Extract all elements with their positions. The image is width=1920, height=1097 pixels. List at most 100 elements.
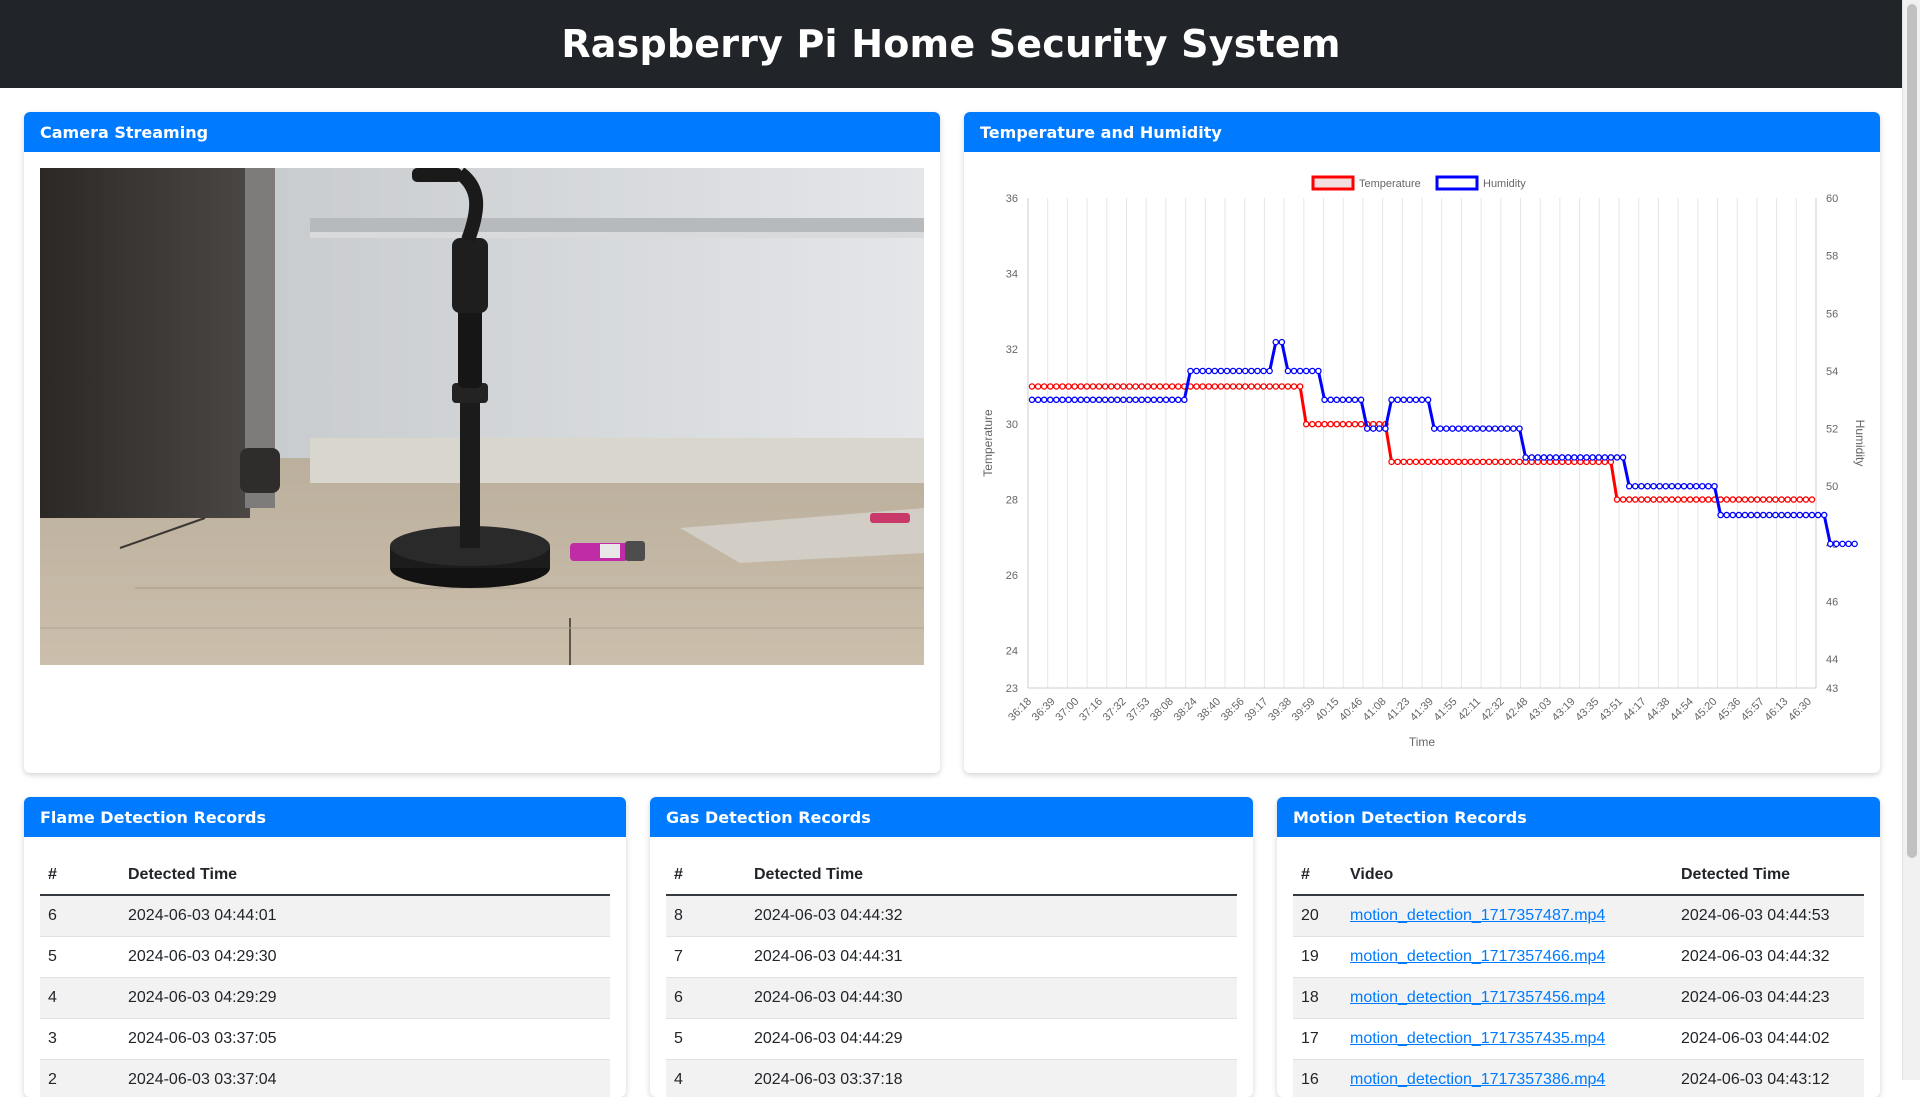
y-right-tick-label: 60 (1826, 193, 1838, 205)
col-detected-time: Detected Time (1673, 853, 1864, 896)
video-link[interactable]: motion_detection_1717357456.mp4 (1350, 989, 1605, 1006)
data-point (1827, 540, 1834, 548)
x-tick-label: 42:48 (1503, 696, 1531, 724)
data-point (1302, 420, 1310, 428)
x-tick-label: 43:19 (1550, 696, 1578, 724)
data-point (1047, 383, 1054, 390)
data-point (1473, 458, 1481, 466)
table-row: 5 2024-06-03 04:44:29 (666, 1017, 1237, 1059)
data-point (1114, 383, 1121, 390)
data-point (1114, 396, 1121, 404)
data-point (1699, 482, 1706, 490)
motion-table: # Video Detected Time 20 motion_detection… (1293, 853, 1864, 1097)
data-point (1424, 458, 1432, 466)
y-left-axis-title: Temperature (981, 409, 995, 477)
data-point (1662, 482, 1670, 490)
x-tick-label: 44:38 (1644, 696, 1672, 724)
data-point (1418, 458, 1426, 466)
data-point (1059, 383, 1066, 390)
row-number: 4 (666, 1058, 746, 1097)
data-point (1065, 396, 1072, 404)
x-tick-label: 41:23 (1384, 696, 1412, 724)
data-point (1705, 496, 1712, 503)
data-point (1680, 482, 1688, 490)
video-link[interactable]: motion_detection_1717357466.mp4 (1350, 948, 1605, 965)
x-tick-label: 38:40 (1195, 696, 1223, 724)
page-title: Raspberry Pi Home Security System (561, 22, 1341, 66)
x-tick-label: 45:57 (1739, 696, 1767, 724)
video-link[interactable]: motion_detection_1717357386.mp4 (1350, 1071, 1605, 1088)
data-point (1607, 454, 1615, 461)
data-point (1290, 367, 1298, 375)
data-point (1766, 511, 1773, 519)
data-point (1077, 396, 1085, 404)
detected-time: 2024-06-03 04:44:02 (1673, 1017, 1864, 1059)
data-point (1168, 396, 1176, 404)
data-point (1156, 396, 1164, 404)
data-point (1613, 496, 1621, 503)
data-point (1449, 458, 1456, 466)
data-point (1449, 425, 1456, 432)
data-point (1174, 396, 1182, 404)
data-point (1223, 383, 1231, 390)
x-tick-label: 45:36 (1715, 696, 1743, 724)
page-scrollbar[interactable] (1902, 0, 1920, 1080)
row-number: 5 (40, 935, 120, 977)
data-point (1632, 496, 1639, 503)
y-left-tick-label: 32 (1006, 344, 1018, 356)
data-point (1217, 367, 1225, 375)
data-point (1565, 454, 1572, 461)
data-point (1193, 383, 1200, 390)
data-point (1150, 396, 1158, 404)
x-tick-label: 41:39 (1408, 696, 1436, 724)
row-number: 19 (1293, 935, 1342, 977)
video-link[interactable]: motion_detection_1717357487.mp4 (1350, 907, 1605, 924)
row-number: 8 (666, 894, 746, 936)
y-right-axis-title: Humidity (1853, 420, 1867, 467)
data-point (1674, 482, 1682, 490)
detected-time: 2024-06-03 04:43:12 (1673, 1058, 1864, 1097)
x-tick-label: 38:24 (1172, 696, 1200, 724)
data-point (1394, 458, 1401, 466)
data-point (1625, 482, 1633, 490)
data-point (1558, 454, 1566, 461)
data-point (1479, 458, 1487, 466)
data-point (1181, 396, 1188, 404)
y-right-tick-label: 52 (1826, 424, 1838, 436)
data-point (1632, 482, 1639, 490)
data-point (1686, 496, 1694, 503)
motion-card: Motion Detection Records # Video Detecte… (1277, 797, 1880, 1097)
data-point (1126, 383, 1133, 390)
data-point (1272, 338, 1279, 346)
data-point (1778, 511, 1785, 519)
data-point (1833, 540, 1840, 548)
data-point (1802, 511, 1810, 519)
data-point (1546, 454, 1554, 461)
detected-time: 2024-06-03 04:44:23 (1673, 976, 1864, 1018)
data-point (1510, 458, 1517, 466)
data-point (1406, 458, 1414, 466)
data-point (1552, 454, 1560, 461)
col-number: # (1293, 853, 1342, 896)
data-point (1461, 458, 1468, 466)
data-point (1040, 396, 1048, 404)
flame-card-title: Flame Detection Records (24, 797, 626, 837)
table-row: 20 motion_detection_1717357487.mp4 2024-06… (1293, 894, 1864, 936)
table-row: 18 motion_detection_1717357456.mp4 2024-06… (1293, 976, 1864, 1018)
scrollbar-thumb[interactable] (1907, 4, 1917, 858)
data-point (1357, 420, 1365, 428)
data-point (1351, 420, 1359, 428)
data-point (1717, 511, 1724, 519)
row-number: 2 (40, 1058, 120, 1097)
video-link[interactable]: motion_detection_1717357435.mp4 (1350, 1030, 1605, 1047)
camera-card: Camera Streaming (24, 112, 940, 773)
data-point (1235, 367, 1243, 375)
legend-label: Temperature (1359, 178, 1421, 190)
data-point (1126, 396, 1133, 404)
data-point (1705, 482, 1712, 490)
data-point (1839, 540, 1846, 548)
data-point (1199, 383, 1206, 390)
x-tick-label: 38:08 (1148, 696, 1176, 724)
data-point (1290, 383, 1298, 390)
table-row: 8 2024-06-03 04:44:32 (666, 894, 1237, 936)
